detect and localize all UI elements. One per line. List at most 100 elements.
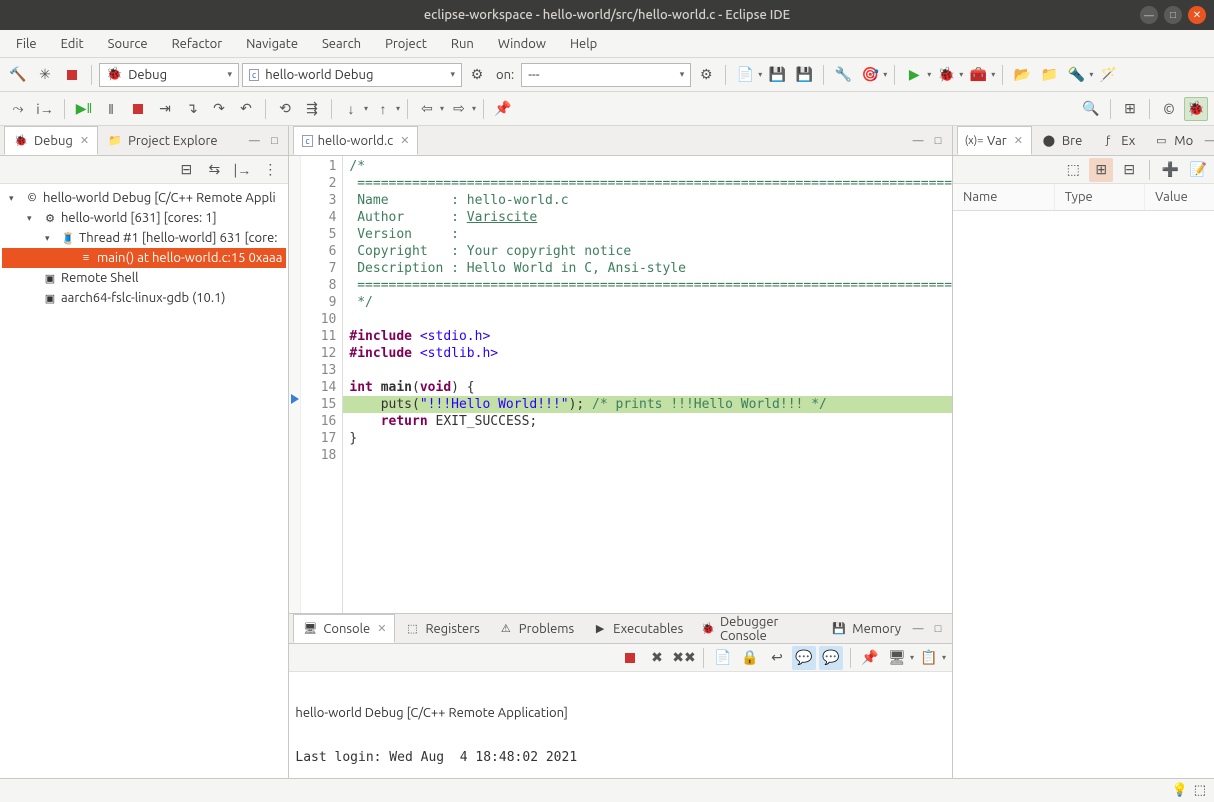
vars-collapse-icon[interactable]: ⊟ [1117, 158, 1141, 182]
tab-ex[interactable]: ƒEx [1091, 126, 1144, 155]
tab-project-explore[interactable]: 📁Project Explore [98, 126, 226, 155]
menu-window[interactable]: Window [488, 33, 556, 55]
back-icon[interactable]: ⇦ [415, 97, 439, 121]
open-task-icon[interactable]: 📁 [1037, 63, 1061, 87]
col-name[interactable]: Name [953, 184, 1054, 211]
open-perspective-icon[interactable]: ⊞ [1118, 97, 1142, 121]
menu-project[interactable]: Project [375, 33, 437, 55]
menu-icon[interactable]: ⋮ [258, 158, 282, 182]
tree-node[interactable]: ▣aarch64-fslc-linux-gdb (10.1) [2, 288, 286, 308]
vars-show-logical-icon[interactable]: ⊞ [1089, 158, 1113, 182]
next-annotation-icon[interactable]: ↓ [339, 97, 363, 121]
external-tools-icon[interactable]: 🧰 [966, 63, 990, 87]
debug-perspective-icon[interactable]: 🐞 [1184, 97, 1208, 121]
menu-refactor[interactable]: Refactor [162, 33, 233, 55]
launch-mode-select[interactable]: 🐞 Debug ▾ [99, 63, 239, 87]
tab-problems[interactable]: ⚠Problems [489, 614, 583, 643]
tab-console[interactable]: 🖥Console✕ [293, 614, 395, 643]
menu-source[interactable]: Source [98, 33, 158, 55]
tab-debugger-console[interactable]: 🐞Debugger Console [692, 614, 822, 643]
console-scroll-lock-icon[interactable]: 🔒 [738, 646, 762, 670]
maximize-button[interactable]: □ [1164, 6, 1182, 24]
cpp-perspective-icon[interactable]: © [1157, 97, 1181, 121]
hammer-icon[interactable]: 🔨 [6, 63, 30, 87]
col-value[interactable]: Value [1145, 184, 1214, 211]
console-show-on-out-icon[interactable]: 💬 [792, 646, 816, 670]
save-icon[interactable]: 💾 [765, 63, 789, 87]
tree-node[interactable]: ▾🧵Thread #1 [hello-world] 631 [core: [2, 228, 286, 248]
disconnect-icon[interactable]: ⇥ [153, 97, 177, 121]
console-output[interactable]: hello-world Debug [C/C++ Remote Applicat… [289, 672, 952, 778]
tree-node[interactable]: ▾⚙hello-world [631] [cores: 1] [2, 208, 286, 228]
link-editor-icon[interactable]: ⇆ [202, 158, 226, 182]
tab-memory[interactable]: 💾Memory [822, 614, 910, 643]
tab-var[interactable]: (x)=Var✕ [957, 126, 1032, 155]
quick-access-icon[interactable]: 🔍 [1079, 97, 1103, 121]
new-icon[interactable]: 📄 [733, 63, 757, 87]
console-remove-icon[interactable]: ✖ [645, 646, 669, 670]
tab-registers[interactable]: ⬚Registers [395, 614, 488, 643]
console-display-icon[interactable]: 🖥 [885, 646, 909, 670]
step-over-icon[interactable]: ↷ [207, 97, 231, 121]
resume-icon[interactable]: ▶‖ [72, 97, 96, 121]
forward-icon[interactable]: ⇨ [447, 97, 471, 121]
code-editor[interactable]: 123456789101112131415161718 /* =========… [289, 156, 952, 613]
minimize-view-icon[interactable]: — [246, 133, 262, 149]
close-button[interactable]: ✕ [1188, 6, 1206, 24]
suspend-icon[interactable]: ‖ [99, 97, 123, 121]
debug-icon[interactable]: 🐞 [934, 63, 958, 87]
build-target-icon[interactable]: 🎯 [858, 63, 882, 87]
tip-icon[interactable]: 💡 [1172, 783, 1188, 798]
stop-build-icon[interactable] [60, 63, 84, 87]
close-tab-icon[interactable]: ✕ [1014, 134, 1023, 147]
tab-mo[interactable]: ▭Mo [1144, 126, 1202, 155]
close-tab-icon[interactable]: ✕ [377, 622, 386, 635]
tree-node[interactable]: ≡main() at hello-world.c:15 0xaaa [2, 248, 286, 268]
menu-file[interactable]: File [6, 33, 47, 55]
console-wrap-icon[interactable]: ↩ [765, 646, 789, 670]
console-removeall-icon[interactable]: ✖✖ [672, 646, 696, 670]
drop-to-frame-icon[interactable]: ⟲ [273, 97, 297, 121]
close-tab-icon[interactable]: ✕ [80, 134, 89, 147]
editor-minimize-icon[interactable]: — [910, 133, 926, 149]
step-return-icon[interactable]: ↶ [234, 97, 258, 121]
run-icon[interactable]: ▶ [902, 63, 926, 87]
menu-navigate[interactable]: Navigate [236, 33, 308, 55]
search-icon[interactable]: 🔦 [1064, 63, 1088, 87]
close-tab-icon[interactable]: ✕ [400, 134, 409, 147]
vars-show-type-icon[interactable]: ⬚ [1061, 158, 1085, 182]
pin-editor-icon[interactable]: 📌 [491, 97, 515, 121]
collapse-all-icon[interactable]: ⊟ [174, 158, 198, 182]
gear2-icon[interactable]: ⚙ [694, 63, 718, 87]
tab-hello-world-c[interactable]: c hello-world.c ✕ [293, 126, 418, 155]
variables-table[interactable]: NameTypeValue [953, 184, 1214, 211]
console-minimize-icon[interactable]: — [910, 621, 926, 637]
wizard-icon[interactable]: 🪄 [1096, 63, 1120, 87]
instruction-step-icon[interactable]: i→ [33, 97, 57, 121]
view-menu-icon[interactable]: |→ [230, 158, 254, 182]
col-type[interactable]: Type [1054, 184, 1144, 211]
minimize-button[interactable]: — [1140, 6, 1158, 24]
menu-run[interactable]: Run [441, 33, 484, 55]
step-into-icon[interactable]: ↴ [180, 97, 204, 121]
editor-maximize-icon[interactable]: □ [930, 133, 946, 149]
use-step-filters-icon[interactable]: ⇶ [300, 97, 324, 121]
menu-help[interactable]: Help [560, 33, 607, 55]
vars-new-icon[interactable]: 📝 [1186, 158, 1210, 182]
console-terminate-icon[interactable] [618, 646, 642, 670]
vars-add-icon[interactable]: ➕ [1158, 158, 1182, 182]
tab-bre[interactable]: ⬤Bre [1032, 126, 1091, 155]
console-maximize-icon[interactable]: □ [930, 621, 946, 637]
console-pin-icon[interactable]: 📌 [858, 646, 882, 670]
build-config-icon[interactable]: ✳ [33, 63, 57, 87]
console-open-icon[interactable]: 📋 [917, 646, 941, 670]
terminate-icon[interactable] [126, 97, 150, 121]
save-all-icon[interactable]: 💾 [792, 63, 816, 87]
launch-config-select[interactable]: c hello-world Debug ▾ [242, 63, 462, 87]
tab-executables[interactable]: ▶Executables [583, 614, 692, 643]
target-select[interactable]: --- ▾ [521, 63, 691, 87]
menu-search[interactable]: Search [312, 33, 371, 55]
tab-debug[interactable]: 🐞Debug✕ [4, 126, 98, 155]
update-icon[interactable]: ⬚ [1194, 783, 1206, 798]
build-icon[interactable]: 🔧 [831, 63, 855, 87]
